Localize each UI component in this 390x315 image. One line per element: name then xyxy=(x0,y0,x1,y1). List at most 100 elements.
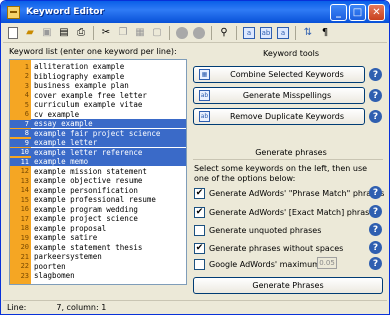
keyword-line[interactable]: 10 example letter reference xyxy=(10,147,186,157)
max-bid-input[interactable]: 0.05 xyxy=(317,257,337,269)
title-bar[interactable]: Keyword Editor _ □ ✕ xyxy=(1,1,389,23)
toolbar-separator xyxy=(169,25,170,40)
phrase-option[interactable]: Generate unquoted phrases xyxy=(194,224,321,236)
remove-duplicates-label: Remove Duplicate Keywords xyxy=(230,112,344,121)
paste-icon[interactable]: ▦ xyxy=(133,26,147,40)
keyword-line[interactable]: 23 slagbomen xyxy=(10,271,186,280)
phrase-option[interactable]: ✔ Generate AdWords' [Exact Match] phrases xyxy=(194,206,378,218)
keyword-text: example proposal xyxy=(34,223,107,233)
line-number: 5 xyxy=(24,100,29,109)
keyword-line[interactable]: 15 example professional resume xyxy=(10,195,186,204)
keyword-line[interactable]: 20 example statement thesis xyxy=(10,243,186,252)
save-icon[interactable]: ▣ xyxy=(40,26,54,40)
keyword-line[interactable]: 21 parkeersystemen xyxy=(10,252,186,261)
keyword-line[interactable]: 14 example personification xyxy=(10,186,186,195)
remove-dupes-icon[interactable]: a xyxy=(276,26,290,40)
keyword-tools-title: Keyword tools xyxy=(262,49,320,58)
help-icon[interactable]: ? xyxy=(369,241,382,254)
option-checkbox[interactable]: ✔ xyxy=(194,242,205,254)
help-icon[interactable]: ? xyxy=(369,68,382,81)
keyword-line[interactable]: 9 example letter xyxy=(10,138,186,147)
keyword-text: example memo xyxy=(31,157,186,166)
keyword-line[interactable]: 1 alliteration example xyxy=(10,62,186,71)
line-number: 13 xyxy=(20,176,29,185)
option-label: Generate unquoted phrases xyxy=(209,225,322,235)
help-icon[interactable]: ? xyxy=(369,186,382,199)
combine-icon[interactable]: a xyxy=(242,26,256,40)
keyword-text: example program wedding xyxy=(34,204,138,214)
toolbar: ▰ ▣ ▤ ⎙ ✂ ❐ ▦ ▢ ⚲ a ab a ⇅ ¶ xyxy=(3,23,387,43)
line-number: 9 xyxy=(10,138,31,147)
keyword-text: essay example xyxy=(31,119,186,128)
paragraph-icon[interactable]: ¶ xyxy=(318,26,332,40)
line-number: 15 xyxy=(20,195,29,204)
minimize-button[interactable]: _ xyxy=(330,3,347,21)
option-checkbox[interactable]: ✔ xyxy=(194,187,205,199)
option-label: Generate phrases without spaces xyxy=(209,243,344,253)
maximize-button[interactable]: □ xyxy=(349,3,366,21)
open-icon[interactable]: ▰ xyxy=(23,26,37,40)
keyword-text: cv example xyxy=(34,109,80,119)
help-icon[interactable]: ? xyxy=(369,257,382,270)
line-number: 20 xyxy=(20,243,29,251)
status-bar: Line: 7, column: 1 xyxy=(3,300,387,314)
print-preview-icon[interactable]: ▤ xyxy=(57,26,71,40)
close-button[interactable]: ✕ xyxy=(368,3,385,21)
delete-icon[interactable]: ▢ xyxy=(150,26,164,40)
phrases-description: Select some keywords on the left, then u… xyxy=(194,164,368,183)
keyword-line[interactable]: 6 cv example xyxy=(10,110,186,119)
line-number: 11 xyxy=(10,157,31,166)
keyword-line[interactable]: 18 example proposal xyxy=(10,224,186,233)
misspell-icon[interactable]: ab xyxy=(259,26,273,40)
keyword-text: business example plan xyxy=(34,81,129,90)
help-icon[interactable]: ? xyxy=(369,223,382,236)
keyword-line[interactable]: 3 business example plan xyxy=(10,81,186,90)
keyword-line[interactable]: 22 poorten xyxy=(10,262,186,271)
keyword-line[interactable]: 11 example memo xyxy=(10,157,186,166)
keyword-line[interactable]: 19 example satire xyxy=(10,233,186,242)
keyword-line[interactable]: 13 example objective resume xyxy=(10,176,186,185)
line-number: 22 xyxy=(20,262,29,270)
window-title: Keyword Editor xyxy=(26,7,104,17)
keyword-editor-textarea[interactable]: 1 alliteration example 2 bibliography examp… xyxy=(9,59,187,285)
help-icon[interactable]: ? xyxy=(369,89,382,102)
keyword-text: example satire xyxy=(34,233,98,242)
keyword-text: example fair project science xyxy=(31,128,186,138)
print-icon[interactable]: ⎙ xyxy=(74,26,88,40)
phrase-option[interactable]: ✔ Generate AdWords' "Phrase Match" phrase… xyxy=(194,187,384,199)
keyword-text: bibliography example xyxy=(34,71,125,81)
option-checkbox[interactable] xyxy=(194,258,205,270)
keyword-text: slagbomen xyxy=(34,271,75,280)
generate-phrases-button[interactable]: Generate Phrases xyxy=(193,277,383,294)
new-icon[interactable] xyxy=(6,26,20,40)
keyword-list-label: Keyword list (enter one keyword per line… xyxy=(9,47,177,56)
keyword-line[interactable]: 8 example fair project science xyxy=(10,128,186,138)
sort-icon[interactable]: ⇅ xyxy=(301,26,315,40)
remove-duplicates-button[interactable]: ab Remove Duplicate Keywords xyxy=(193,108,365,125)
phrase-option[interactable]: ✔ Generate phrases without spaces xyxy=(194,242,343,254)
find-icon[interactable]: ⚲ xyxy=(217,26,231,40)
keyword-line[interactable]: 7 essay example xyxy=(10,119,186,128)
line-number: 10 xyxy=(10,148,31,156)
cut-icon[interactable]: ✂ xyxy=(99,26,113,40)
keyword-line[interactable]: 17 example project science xyxy=(10,214,186,223)
help-icon[interactable]: ? xyxy=(369,205,382,218)
keyword-text: curriculum example vitae xyxy=(34,100,143,109)
keyword-text: example statement thesis xyxy=(34,242,143,252)
keyword-line[interactable]: 12 example mission statement xyxy=(10,167,186,176)
redo-icon[interactable] xyxy=(192,26,206,40)
line-number: 21 xyxy=(20,252,29,261)
keyword-line[interactable]: 2 bibliography example xyxy=(10,72,186,81)
help-icon[interactable]: ? xyxy=(369,110,382,123)
generate-misspellings-button[interactable]: ab Generate Misspellings xyxy=(193,87,365,104)
keyword-line[interactable]: 16 example program wedding xyxy=(10,205,186,214)
keyword-line[interactable]: 5 curriculum example vitae xyxy=(10,100,186,109)
undo-icon[interactable] xyxy=(175,26,189,40)
option-checkbox[interactable] xyxy=(194,224,205,236)
generate-phrases-title: Generate phrases xyxy=(255,148,327,157)
combine-keywords-button[interactable]: ▦ Combine Selected Keywords xyxy=(193,66,365,83)
keyword-line[interactable]: 4 cover example free letter xyxy=(10,91,186,100)
option-checkbox[interactable]: ✔ xyxy=(194,206,205,218)
copy-icon[interactable]: ❐ xyxy=(116,26,130,40)
line-number: 17 xyxy=(20,214,29,223)
